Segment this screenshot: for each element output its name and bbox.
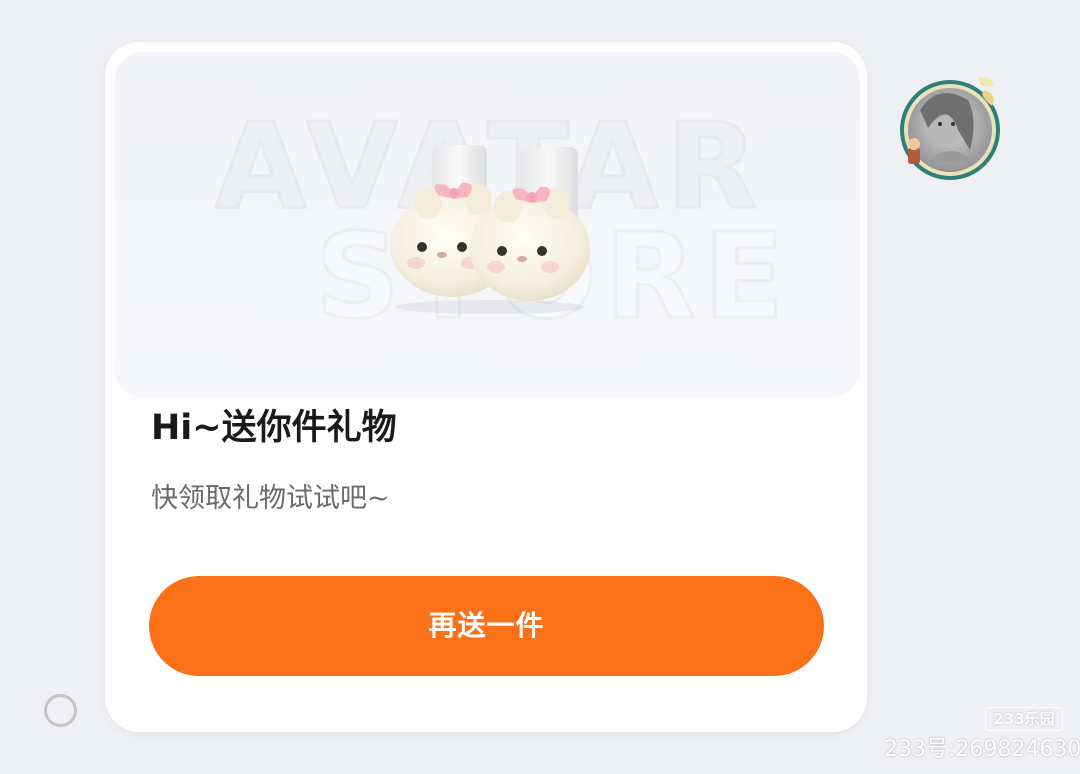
brand-watermark: 233乐园	[985, 707, 1063, 731]
bunny-slippers-image	[390, 145, 590, 314]
gift-title: Hi~送你件礼物	[151, 408, 397, 448]
gift-message-card[interactable]: AVATAR STORE	[105, 42, 867, 732]
sender-avatar[interactable]	[898, 70, 1004, 188]
user-id-watermark: 233号:269824630	[884, 737, 1080, 762]
send-another-button[interactable]: 再送一件	[149, 576, 824, 676]
gift-subtitle: 快领取礼物试试吧~	[151, 483, 390, 514]
avatar-store-banner[interactable]: AVATAR STORE	[115, 52, 860, 397]
select-radio[interactable]	[44, 694, 77, 727]
